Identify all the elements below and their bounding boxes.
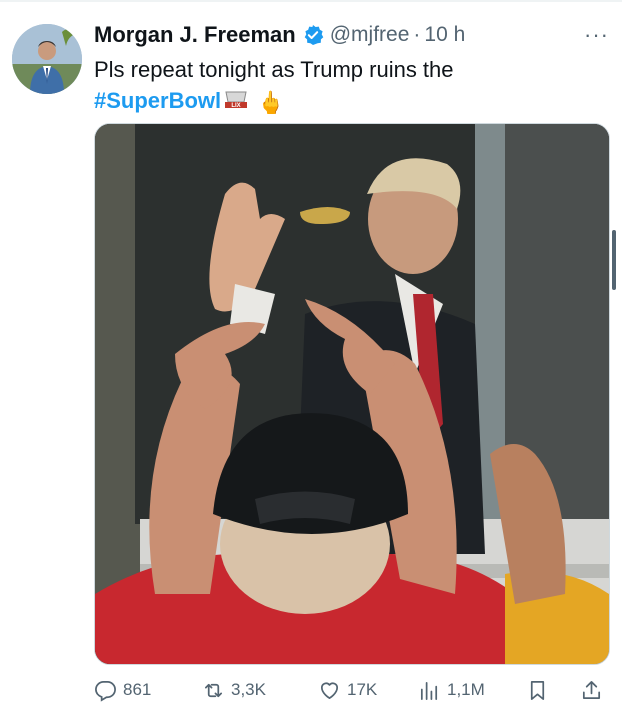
like-button[interactable]: 17K	[318, 676, 377, 704]
middle-finger-emoji-icon: 🖕	[257, 89, 285, 115]
views-button[interactable]: 1,1M	[418, 676, 485, 704]
like-count: 17K	[347, 680, 378, 699]
author-handle[interactable]: @mjfree	[330, 23, 410, 47]
verified-badge-icon	[302, 24, 324, 46]
views-icon	[420, 681, 438, 700]
tweet-actions: 861 3,3K 17K 1,1M	[94, 676, 608, 704]
tweet-text: Pls repeat tonight as Trump ruins the #S…	[94, 54, 604, 118]
page-scrollbar[interactable]	[612, 230, 616, 290]
bookmark-button[interactable]	[526, 676, 549, 704]
tweet-text-line: Pls repeat tonight as Trump ruins the	[94, 57, 454, 82]
share-icon	[582, 680, 601, 699]
repost-icon	[204, 683, 223, 697]
separator-dot: ·	[413, 23, 421, 46]
bookmark-icon	[530, 680, 545, 700]
share-button[interactable]	[580, 676, 603, 704]
repost-count: 3,3K	[231, 680, 266, 699]
reply-count: 861	[123, 680, 152, 699]
superbowl-emoji-icon: LIX	[223, 87, 249, 118]
avatar-image	[12, 24, 82, 94]
reply-icon	[95, 680, 116, 702]
views-count: 1,1M	[447, 680, 485, 699]
more-options-icon[interactable]: ···	[584, 22, 609, 48]
author-name[interactable]: Morgan J. Freeman	[94, 22, 296, 48]
superbowl-emoji-text: LIX	[231, 103, 240, 109]
reply-button[interactable]: 861	[94, 676, 151, 704]
repost-button[interactable]: 3,3K	[202, 676, 266, 704]
hashtag-link[interactable]: #SuperBowl	[94, 88, 221, 113]
tweet-photo[interactable]	[94, 123, 610, 665]
heart-icon	[320, 682, 339, 699]
timestamp[interactable]: 10 h	[424, 23, 465, 47]
tweet-header: Morgan J. Freeman @mjfree · 10 h	[94, 20, 465, 50]
avatar[interactable]	[12, 24, 82, 94]
top-divider	[0, 0, 622, 2]
photo-illustration	[95, 124, 609, 664]
